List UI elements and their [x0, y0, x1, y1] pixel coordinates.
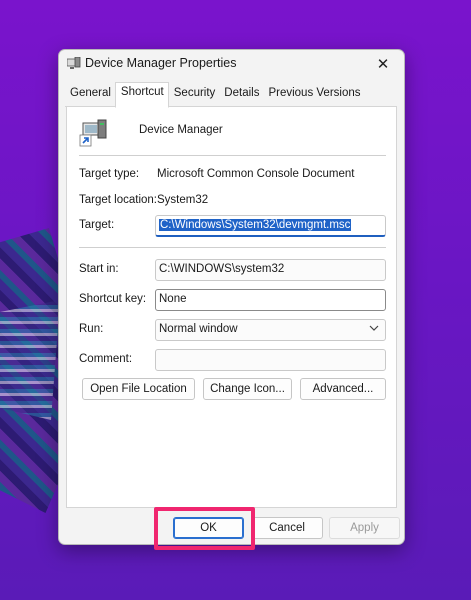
- tab-general[interactable]: General: [65, 84, 115, 107]
- target-type-label: Target type:: [79, 168, 140, 180]
- window-title: Device Manager Properties: [85, 56, 237, 70]
- device-manager-icon: [66, 56, 81, 70]
- wallpaper-shard-accent: [0, 300, 60, 420]
- target-location-label: Target location:: [79, 194, 157, 206]
- comment-input[interactable]: [155, 349, 386, 371]
- tab-strip: General Shortcut Security Details Previo…: [65, 82, 365, 108]
- tab-shortcut[interactable]: Shortcut: [114, 82, 169, 108]
- chevron-down-icon: [369, 323, 379, 335]
- run-select-value: Normal window: [159, 323, 238, 335]
- run-label: Run:: [79, 323, 104, 335]
- start-in-input[interactable]: C:\WINDOWS\system32: [155, 259, 386, 281]
- change-icon-button[interactable]: Change Icon...: [203, 378, 292, 400]
- app-name: Device Manager: [139, 124, 223, 136]
- target-location-value: System32: [157, 194, 209, 206]
- target-type-value: Microsoft Common Console Document: [157, 168, 355, 180]
- start-in-label: Start in:: [79, 263, 119, 275]
- target-input-selection: C:\Windows\System32\devmgmt.msc: [159, 219, 352, 231]
- shortcut-key-input[interactable]: None: [155, 289, 386, 311]
- open-file-location-button[interactable]: Open File Location: [82, 378, 195, 400]
- target-input[interactable]: C:\Windows\System32\devmgmt.msc: [155, 215, 386, 237]
- target-label: Target:: [79, 219, 115, 231]
- divider: [79, 155, 386, 156]
- divider: [79, 247, 386, 248]
- run-select[interactable]: Normal window: [155, 319, 386, 341]
- advanced-button[interactable]: Advanced...: [300, 378, 386, 400]
- shortcut-panel: Device Manager Target type: Microsoft Co…: [66, 106, 397, 508]
- title-bar[interactable]: Device Manager Properties ✕: [59, 50, 404, 78]
- properties-dialog: Device Manager Properties ✕ General Shor…: [58, 49, 405, 545]
- tab-security[interactable]: Security: [168, 84, 220, 107]
- tab-previous-versions[interactable]: Previous Versions: [263, 84, 365, 107]
- cancel-button[interactable]: Cancel: [251, 517, 323, 539]
- tab-details[interactable]: Details: [219, 84, 264, 107]
- comment-label: Comment:: [79, 353, 133, 365]
- apply-button[interactable]: Apply: [329, 517, 400, 539]
- ok-highlight-annotation: [154, 507, 255, 550]
- shortcut-key-label: Shortcut key:: [79, 293, 147, 305]
- close-icon[interactable]: ✕: [368, 52, 398, 76]
- device-manager-shortcut-icon: [79, 117, 109, 147]
